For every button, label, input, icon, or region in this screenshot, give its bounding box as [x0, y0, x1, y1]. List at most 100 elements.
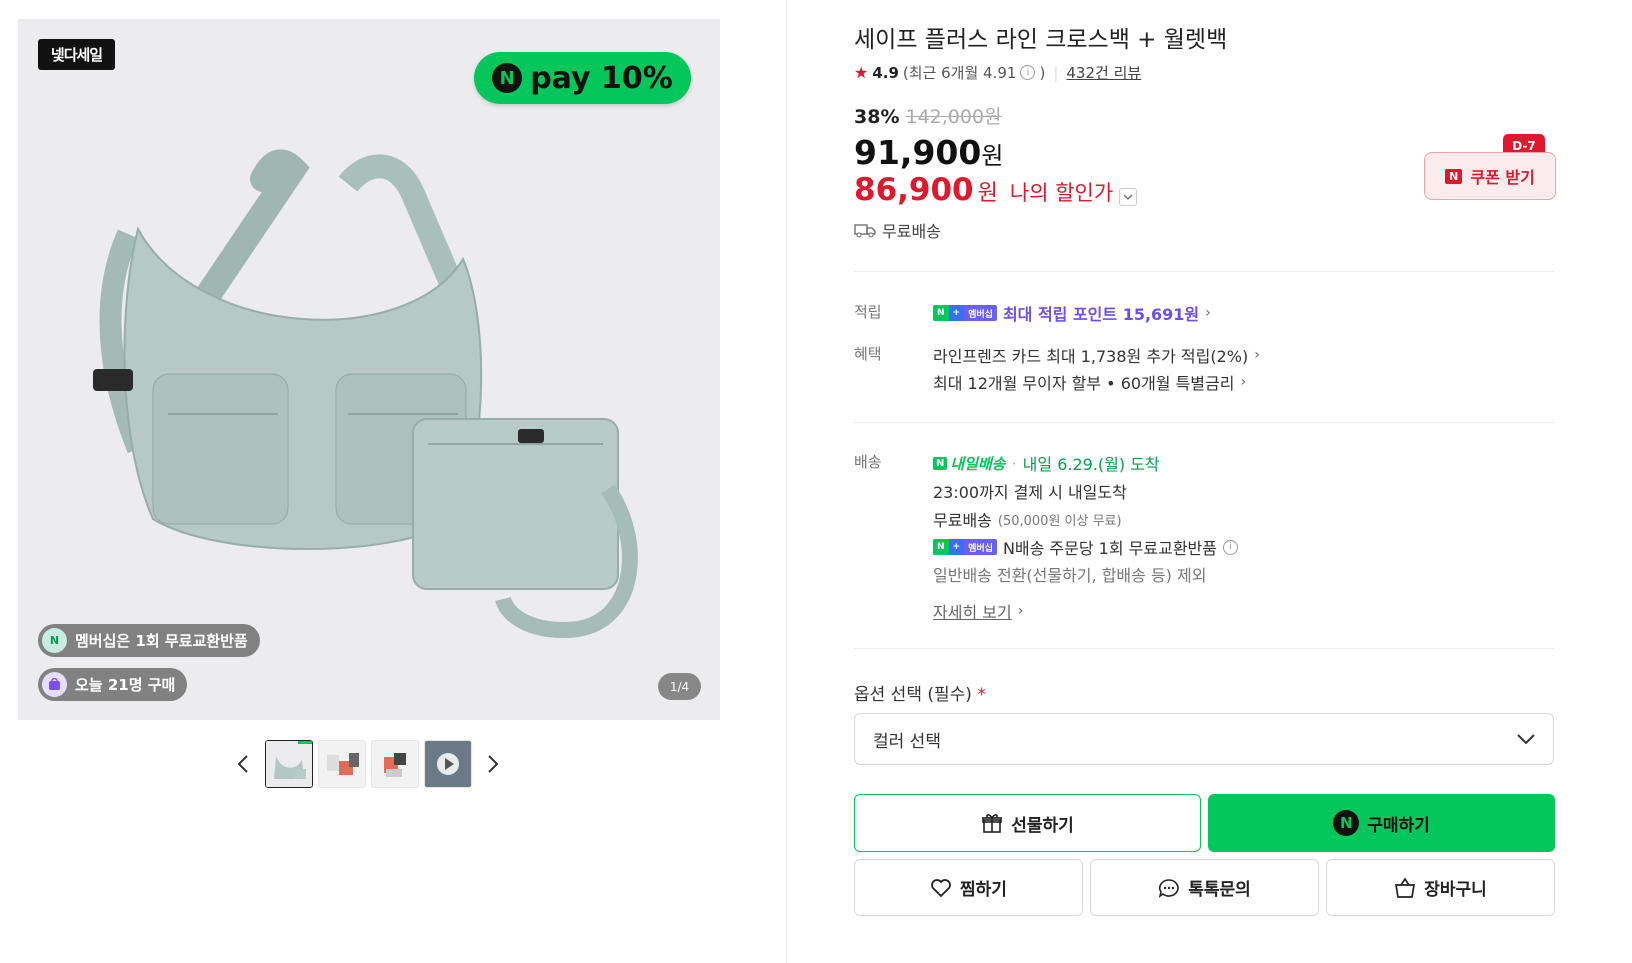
chevron-left-icon [237, 755, 248, 773]
coupon-button[interactable]: N 쿠폰 받기 [1424, 152, 1556, 200]
info-icon[interactable]: i [1020, 65, 1036, 80]
membership-pill-text: 멤버십은 1회 무료교환반품 [75, 632, 248, 650]
shopping-bag-icon [42, 672, 67, 697]
today-purchase-pill: 오늘 21명 구매 [38, 668, 188, 701]
chevron-right-icon: › [1240, 374, 1247, 390]
thumbnail-3[interactable] [371, 740, 419, 788]
chevron-down-icon[interactable] [1119, 188, 1138, 206]
my-price-unit: 원 [977, 181, 998, 206]
divider [854, 271, 1554, 272]
gift-label: 선물하기 [1011, 815, 1074, 836]
sale-price: 91,900원 [854, 133, 1003, 172]
wish-label: 찜하기 [960, 880, 1007, 900]
thumbnail-2[interactable] [318, 740, 366, 788]
coupon-label: 쿠폰 받기 [1470, 168, 1535, 187]
rating-score: 4.9 [872, 63, 899, 82]
thumbnail-image [319, 741, 365, 787]
my-discount-price[interactable]: 86,900 원 나의 할인가 [854, 172, 1138, 208]
discount-percent: 38% [854, 106, 900, 128]
review-link[interactable]: 432건 리뷰 [1066, 62, 1141, 83]
membership-icon: N [42, 628, 67, 653]
dot-separator: · [1011, 453, 1017, 473]
info-icon[interactable]: i [1222, 539, 1238, 555]
option-label: 옵션 선택 (필수) [854, 685, 972, 705]
installment-text: 최대 12개월 무이자 할부 • 60개월 특별금리 [933, 374, 1235, 393]
my-price-value: 86,900 [854, 172, 974, 208]
shipping-row: 무료배송 [854, 218, 941, 242]
original-price: 142,000원 [905, 106, 1002, 128]
chevron-down-icon [1517, 734, 1535, 744]
rating-close: ) [1039, 63, 1046, 82]
option-label-row: 옵션 선택 (필수) * [854, 680, 986, 705]
more-details-text: 자세히 보기 [933, 603, 1012, 622]
thumb-prev-button[interactable] [233, 752, 253, 776]
benefit-label: 혜택 [854, 345, 882, 363]
thumbnail-1[interactable] [265, 740, 313, 788]
sale-price-value: 91,900 [854, 133, 982, 172]
talk-label: 톡톡문의 [1188, 880, 1251, 900]
truck-icon [854, 224, 876, 238]
color-select[interactable]: 컬러 선택 [854, 713, 1554, 765]
gift-icon [982, 814, 1003, 833]
buy-label: 구매하기 [1367, 815, 1430, 836]
heart-icon [931, 878, 951, 897]
cart-label: 장바구니 [1424, 880, 1487, 900]
thumbnail-image [266, 741, 312, 787]
bag-illustration [93, 149, 638, 638]
exclude-text: 일반배송 전환(선물하기, 합배송 등) 제외 [933, 566, 1207, 585]
delivery-label: 배송 [854, 453, 882, 471]
rating-recent: (최근 6개월 4.91 [902, 64, 1017, 82]
npay-badge: N pay 10% [474, 52, 691, 104]
chevron-right-icon [488, 755, 499, 773]
color-select-placeholder: 컬러 선택 [873, 731, 941, 752]
delivery-badge-row: N 내일배송 · 내일 6.29.(월) 도착 [933, 451, 1160, 475]
product-title: 세이프 플러스 라인 크로스백 + 월렛백 [854, 27, 1228, 53]
divider [854, 648, 1554, 649]
rating-row: ★ 4.9 (최근 6개월 4.91 i ) | 432건 리뷰 [854, 62, 1141, 83]
arrival-text: 내일 6.29.(월) 도착 [1022, 455, 1160, 474]
points-row[interactable]: N + 멤버십 최대 적립 포인트 15,691원 › [933, 301, 1211, 325]
chat-bubble-icon [1158, 878, 1179, 898]
cutoff-text: 23:00까지 결제 시 내일도착 [933, 483, 1127, 502]
card-benefit-row[interactable]: 라인프렌즈 카드 최대 1,738원 추가 적립(2%) › [933, 343, 1260, 367]
today-purchase-text: 오늘 21명 구매 [75, 676, 176, 694]
npay-text: pay 10% [530, 60, 673, 96]
delivery-n-icon: N [933, 456, 948, 470]
basket-icon [1395, 876, 1416, 898]
membership-pill: N 멤버십은 1회 무료교환반품 [38, 624, 260, 657]
membership-tag: N + 멤버십 [933, 305, 997, 321]
free-delivery-row: 무료배송 (50,000원 이상 무료) [933, 507, 1122, 531]
membership-tag: N + 멤버십 [933, 539, 997, 555]
my-price-label: 나의 할인가 [1009, 181, 1114, 205]
vertical-divider [786, 0, 787, 963]
points-label: 적립 [854, 303, 882, 321]
points-text: 최대 적립 포인트 15,691원 [1002, 305, 1200, 324]
gift-button[interactable]: 선물하기 [854, 794, 1201, 852]
delivery-badge-text: 내일배송 [950, 454, 1006, 473]
naver-n-icon: N [492, 63, 523, 93]
separator: | [1053, 63, 1059, 82]
nship-text: N배송 주문당 1회 무료교환반품 [1002, 539, 1217, 558]
product-main-image[interactable]: 넻다세일 N pay 10% N 멤버십은 1회 무료교환반품 오늘 21명 구… [18, 19, 720, 720]
free-delivery-text: 무료배송 [933, 511, 992, 530]
divider [854, 422, 1554, 423]
thumb-next-button[interactable] [483, 752, 503, 776]
thumbnail-video[interactable] [424, 740, 472, 788]
naver-n-icon: N [1333, 810, 1360, 836]
free-delivery-note: (50,000원 이상 무료) [997, 513, 1122, 529]
image-pager: 1/4 [658, 673, 701, 700]
buy-button[interactable]: N 구매하기 [1208, 794, 1555, 852]
installment-row[interactable]: 최대 12개월 무이자 할부 • 60개월 특별금리 › [933, 370, 1246, 394]
nship-row: N + 멤버십 N배송 주문당 1회 무료교환반품 i [933, 535, 1238, 559]
coupon-n-icon: N [1445, 168, 1463, 184]
discount-row: 38% 142,000원 [854, 102, 1002, 129]
chevron-right-icon: › [1017, 603, 1024, 619]
thumbnail-image [372, 741, 418, 787]
tomorrow-delivery-badge: N 내일배송 [933, 453, 1006, 474]
wish-button[interactable]: 찜하기 [854, 859, 1083, 916]
chevron-right-icon: › [1254, 347, 1260, 363]
cart-button[interactable]: 장바구니 [1326, 859, 1555, 916]
more-details-link[interactable]: 자세히 보기 › [933, 599, 1023, 623]
talk-button[interactable]: 톡톡문의 [1090, 859, 1319, 916]
video-thumbnail [425, 741, 471, 787]
